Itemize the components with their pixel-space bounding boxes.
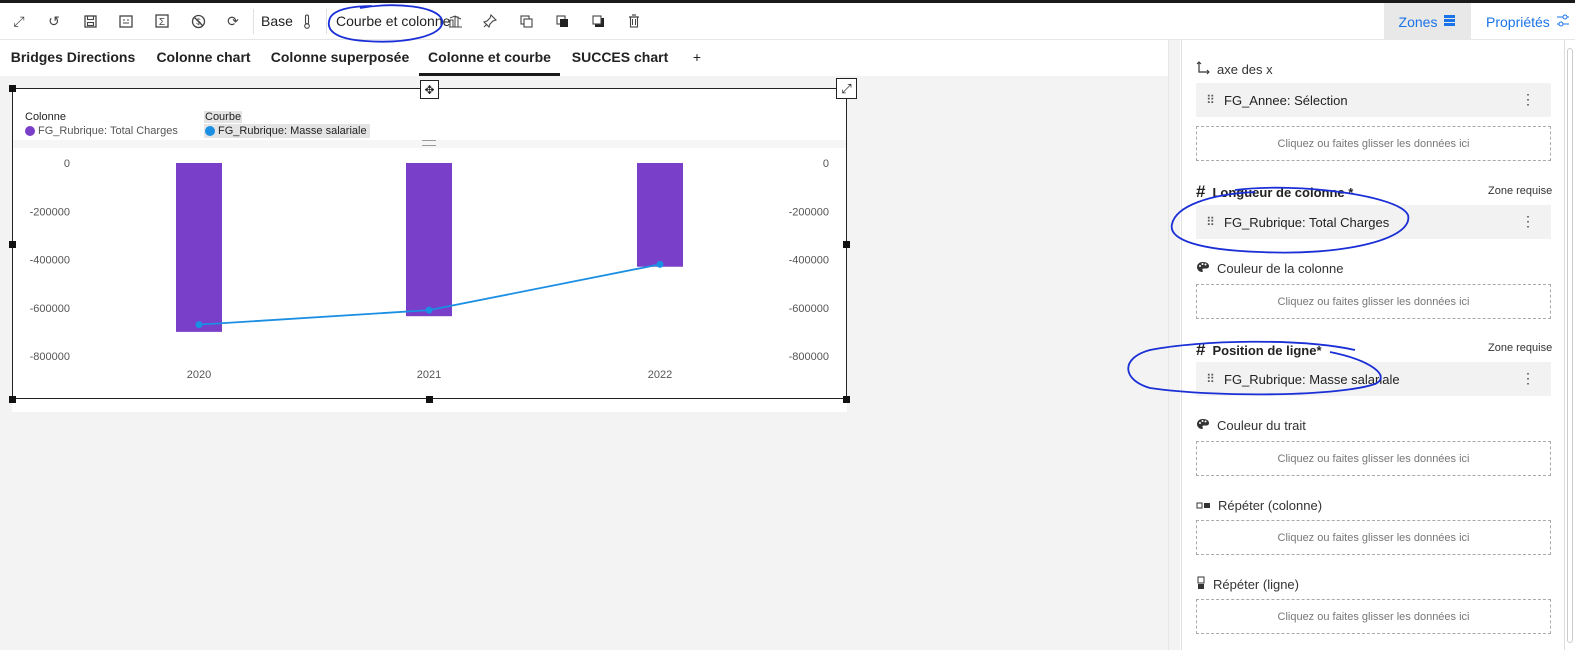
zones-icon (1443, 14, 1456, 30)
repeat-column-drop-zone[interactable]: Cliquez ou faites glisser les données ic… (1196, 520, 1551, 555)
resize-handle-left[interactable] (9, 241, 16, 248)
repeat-line-zone-label: Répéter (ligne) (1196, 576, 1299, 593)
required-badge: Zone requise (1488, 342, 1553, 354)
zones-label: Zones (1398, 13, 1438, 30)
x-axis-field[interactable]: ⠿ FG_Annee: Sélection ⋮ (1196, 83, 1551, 117)
line-color-zone-label: Couleur du trait (1196, 418, 1306, 433)
palette-icon (1196, 418, 1210, 433)
move-icon[interactable]: ✥ (420, 80, 439, 99)
sliders-icon (1556, 14, 1570, 30)
canvas-scrollbar[interactable] (1168, 40, 1180, 650)
palette-icon (1196, 261, 1210, 276)
more-options-icon[interactable]: ⋮ (1521, 91, 1535, 108)
panel-scrollbar-thumb[interactable] (1567, 48, 1573, 643)
selection-frame (12, 88, 847, 399)
focus-mode-icon[interactable]: ⤢ (836, 78, 857, 99)
column-color-drop-zone[interactable]: Cliquez ou faites glisser les données ic… (1196, 284, 1551, 319)
axis-icon (1196, 61, 1210, 78)
repeat-column-icon (1196, 498, 1211, 513)
required-badge: Zone requise (1488, 185, 1553, 197)
resize-handle-right[interactable] (843, 241, 850, 248)
resize-handle-bottom[interactable] (426, 396, 433, 403)
hash-icon: # (1196, 340, 1206, 359)
line-position-zone-label: # Position de ligne* (1196, 340, 1322, 359)
drag-grip-icon[interactable]: ⠿ (1196, 372, 1224, 386)
x-axis-zone-label: axe des x (1196, 61, 1273, 78)
column-length-zone-label: # Longueur de colonne * (1196, 182, 1354, 201)
line-color-drop-zone[interactable]: Cliquez ou faites glisser les données ic… (1196, 441, 1551, 476)
resize-handle-bottom-right[interactable] (843, 396, 850, 403)
resize-handle-bottom-left[interactable] (9, 396, 16, 403)
more-options-icon[interactable]: ⋮ (1521, 370, 1535, 387)
repeat-line-drop-zone[interactable]: Cliquez ou faites glisser les données ic… (1196, 599, 1551, 634)
panel-scrollbar[interactable] (1564, 40, 1575, 650)
more-options-icon[interactable]: ⋮ (1521, 213, 1535, 230)
repeat-line-icon (1196, 576, 1206, 593)
properties-button[interactable]: Propriétés (1480, 3, 1575, 40)
column-color-zone-label: Couleur de la colonne (1196, 261, 1343, 276)
drag-grip-icon[interactable]: ⠿ (1196, 215, 1224, 229)
hash-icon: # (1196, 182, 1206, 201)
zones-button[interactable]: Zones (1384, 3, 1471, 40)
properties-label: Propriétés (1486, 13, 1550, 30)
resize-handle-top-left[interactable] (9, 85, 16, 92)
x-axis-drop-zone[interactable]: Cliquez ou faites glisser les données ic… (1196, 126, 1551, 161)
column-length-field[interactable]: ⠿ FG_Rubrique: Total Charges ⋮ (1196, 205, 1551, 239)
drag-grip-icon[interactable]: ⠿ (1196, 93, 1224, 107)
repeat-column-zone-label: Répéter (colonne) (1196, 498, 1322, 513)
line-position-field[interactable]: ⠿ FG_Rubrique: Masse salariale ⋮ (1196, 362, 1551, 396)
